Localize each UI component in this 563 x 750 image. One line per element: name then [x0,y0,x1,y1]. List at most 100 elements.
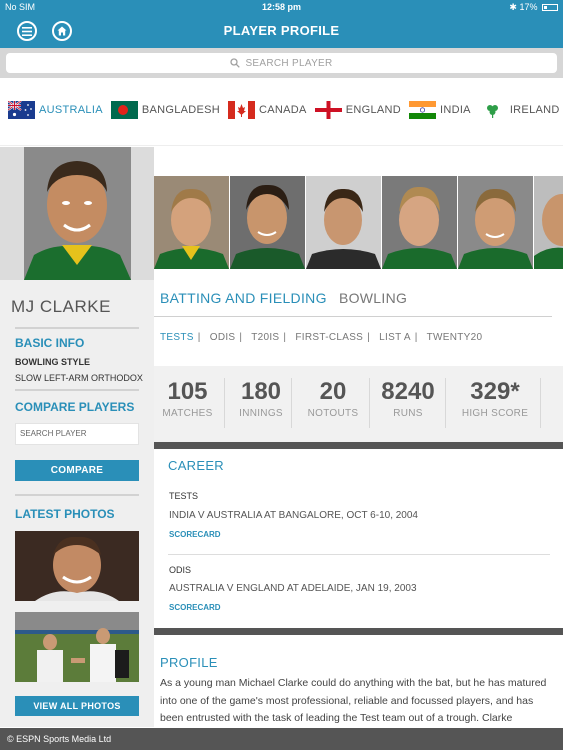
battery-icon [542,4,558,12]
stat-label: NOTOUTS [307,408,359,419]
player-thumbnail[interactable] [458,176,533,269]
player-thumbnail[interactable] [534,176,563,269]
format-twenty20[interactable]: TWENTY20 [427,332,483,343]
country-label: IRELAND [509,104,560,116]
divider [540,378,541,428]
career-format: TESTS [169,491,199,501]
separator: | [239,332,243,343]
latest-photo[interactable] [15,531,139,601]
divider [15,494,139,496]
canada-flag-icon [228,101,256,119]
top-bar: PLAYER PROFILE [0,14,563,48]
stat-notouts: 20 NOTOUTS [302,378,364,419]
stat-value: 180 [240,378,282,405]
format-t20is[interactable]: T20IS [251,332,279,343]
country-label: AUSTRALIA [39,104,103,116]
scorecard-link[interactable]: SCORECARD [169,603,221,612]
latest-photo[interactable] [15,612,139,682]
country-item-bangladesh[interactable]: BANGLADESH [110,101,221,119]
bangladesh-flag-icon [110,101,138,119]
country-label: CANADA [259,104,307,116]
search-icon [230,58,241,68]
country-label: ENGLAND [345,104,401,116]
separator: | [414,332,418,343]
stats-tabs: BATTING AND FIELDING BOWLING [160,290,407,306]
format-odis[interactable]: ODIS [210,332,236,343]
career-format: ODIS [169,565,192,575]
australia-flag-icon [8,101,35,119]
stat-value: 20 [319,378,347,405]
compare-button[interactable]: COMPARE [15,460,139,481]
compare-search-input[interactable]: SEARCH PLAYER [15,423,139,445]
stat-matches: 105 MATCHES [160,378,215,419]
career-debut-match: INDIA V AUSTRALIA AT BANGALORE, OCT 6-10… [169,510,418,521]
stat-label: INNINGS [239,408,283,419]
tab-bowling[interactable]: BOWLING [339,290,407,306]
stat-high-score: 329* HIGH SCORE [457,378,533,419]
format-tests[interactable]: TESTS [160,332,194,343]
divider [168,554,550,555]
player-thumbnail[interactable] [382,176,457,269]
latest-photos-heading: LATEST PHOTOS [15,507,115,521]
player-sidebar: MJ CLARKE BASIC INFO BOWLING STYLE SLOW … [0,147,154,727]
country-item-australia[interactable]: AUSTRALIA [8,101,103,119]
status-bar: No SIM 12:58 pm ✱ 17% [0,0,563,14]
stat-value: 329* [470,378,520,405]
section-divider [154,442,563,449]
country-item-canada[interactable]: CANADA [228,101,307,119]
divider [154,316,552,317]
bowling-style-value: SLOW LEFT-ARM ORTHODOX [15,373,143,383]
stat-value: 105 [167,378,208,405]
section-divider [154,628,563,635]
basic-info-heading: BASIC INFO [15,336,85,350]
country-item-england[interactable]: ENGLAND [314,101,401,119]
stat-runs: 8240 RUNS [376,378,440,419]
separator: | [367,332,371,343]
player-thumbnail[interactable] [306,176,381,269]
india-flag-icon [408,101,436,119]
career-heading: CAREER [168,458,224,473]
profile-text: As a young man Michael Clarke could do a… [160,677,547,724]
separator: | [283,332,287,343]
ireland-shamrock-icon [478,101,506,119]
divider [15,389,139,391]
battery-percent: 17% [519,2,538,12]
search-bar: SEARCH PLAYER [0,48,563,78]
search-input[interactable]: SEARCH PLAYER [6,53,557,73]
divider [224,378,225,428]
clock-text: 12:58 pm [261,2,302,12]
view-all-photos-button[interactable]: VIEW ALL PHOTOS [15,696,139,716]
player-thumbnails [154,176,563,269]
separator: | [197,332,201,343]
copyright-text: © ESPN Sports Media Ltd [7,734,112,744]
divider [445,378,446,428]
scorecard-link[interactable]: SCORECARD [169,530,221,539]
stat-label: MATCHES [162,408,213,419]
divider [15,327,139,329]
format-list-a[interactable]: LIST A [379,332,411,343]
divider [291,378,292,428]
stat-label: RUNS [393,408,423,419]
bluetooth-icon: ✱ [509,2,517,12]
compare-players-heading: COMPARE PLAYERS [15,400,135,414]
country-selector: AUSTRALIA BANGLADESH CANADA ENGLAND INDI… [0,78,563,146]
country-item-ireland[interactable]: IRELAND [478,101,560,119]
format-first-class[interactable]: FIRST-CLASS [295,332,363,343]
stat-label: HIGH SCORE [461,408,529,419]
country-item-india[interactable]: INDIA [408,101,471,119]
player-name: MJ CLARKE [11,297,111,316]
country-label: BANGLADESH [141,104,221,116]
page-title: PLAYER PROFILE [223,23,340,38]
profile-heading: PROFILE [160,655,218,670]
career-debut-match: AUSTRALIA V ENGLAND AT ADELAIDE, JAN 19,… [169,583,417,594]
search-placeholder: SEARCH PLAYER [245,57,333,69]
app-root: No SIM 12:58 pm ✱ 17% PLAYER PROFILE SEA… [0,0,563,750]
tab-batting-and-fielding[interactable]: BATTING AND FIELDING [160,290,327,306]
stat-value: 8240 [381,378,435,405]
battery-status: ✱ 17% [509,2,558,13]
player-thumbnail[interactable] [230,176,305,269]
england-flag-icon [314,101,342,119]
stat-innings: 180 INNINGS [232,378,290,419]
player-thumbnail[interactable] [154,176,229,269]
bowling-style-label: BOWLING STYLE [15,357,90,367]
